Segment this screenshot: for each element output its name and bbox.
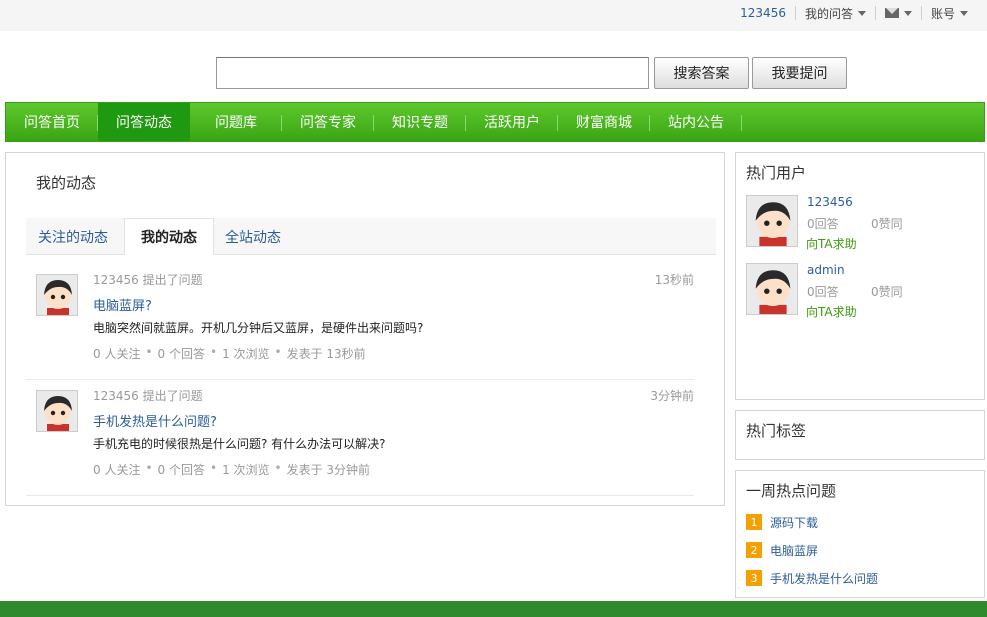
question-description: 电脑突然间就蓝屏。开机几分钟后又蓝屏，是硬件出来问题吗? bbox=[93, 321, 424, 335]
hot-user-answers: 0回答 bbox=[807, 285, 839, 299]
top-bar: 123456 我的问答 账号 bbox=[0, 0, 987, 31]
hot-tags-title: 热门标签 bbox=[746, 422, 807, 440]
hot-user-stats: 0回答 0赞同 bbox=[807, 215, 903, 232]
activity-panel: 我的动态 关注的动态 我的动态 全站动态 123456 提出了问题 13秒前 电… bbox=[5, 152, 725, 506]
question-description: 手机充电的时候很热是什么问题? 有什么办法可以解决? bbox=[93, 437, 386, 451]
avatar[interactable] bbox=[36, 390, 78, 432]
hot-user-likes: 0赞同 bbox=[871, 217, 903, 231]
hot-users-title: 热门用户 bbox=[746, 164, 807, 182]
ask-question-button[interactable]: 我要提问 bbox=[752, 57, 847, 89]
posted-time: 发表于 3分钟前 bbox=[286, 463, 371, 477]
avatar[interactable] bbox=[36, 274, 78, 316]
hot-question-item[interactable]: 3 手机发热是什么问题 bbox=[746, 569, 878, 587]
weekly-hot-panel: 一周热点问题 1 源码下载 2 电脑蓝屏 3 手机发热是什么问题 bbox=[735, 470, 985, 598]
hot-question-link[interactable]: 手机发热是什么问题 bbox=[770, 570, 878, 587]
chevron-down-icon bbox=[960, 10, 968, 16]
chevron-down-icon bbox=[857, 10, 866, 16]
nav-item-announcements[interactable]: 站内公告 bbox=[650, 103, 742, 141]
my-qa-label: 我的问答 bbox=[804, 6, 853, 21]
feed-time: 13秒前 bbox=[654, 273, 694, 287]
feed-item: 123456 提出了问题 3分钟前 手机发热是什么问题? 手机充电的时候很热是什… bbox=[26, 380, 694, 496]
hot-user-answers: 0回答 bbox=[807, 217, 839, 231]
nav-item-home[interactable]: 问答首页 bbox=[6, 103, 98, 141]
account-label: 账号 bbox=[930, 6, 955, 21]
weekly-hot-title: 一周热点问题 bbox=[746, 482, 837, 500]
main-nav: 问答首页 问答动态 问题库 问答专家 知识专题 活跃用户 财富商城 站内公告 bbox=[5, 102, 985, 142]
rank-badge: 1 bbox=[746, 514, 762, 530]
follow-count[interactable]: 0 人关注 bbox=[93, 461, 140, 478]
hot-tags-panel: 热门标签 bbox=[735, 410, 985, 460]
question-title-link[interactable]: 手机发热是什么问题? bbox=[93, 411, 217, 430]
posted-time: 发表于 13秒前 bbox=[286, 347, 366, 361]
avatar[interactable] bbox=[746, 263, 798, 315]
username-link[interactable]: 123456 bbox=[731, 6, 795, 20]
answer-count: 0 个回答 bbox=[157, 347, 205, 361]
feed-meta: 123456 提出了问题 bbox=[93, 389, 203, 403]
search-button[interactable]: 搜索答案 bbox=[654, 57, 749, 89]
view-count: 1 次浏览 bbox=[222, 463, 270, 477]
hot-question-link[interactable]: 电脑蓝屏 bbox=[770, 542, 818, 559]
nav-item-experts[interactable]: 问答专家 bbox=[282, 103, 374, 141]
hot-user-likes: 0赞同 bbox=[871, 285, 903, 299]
tab-following-activity[interactable]: 关注的动态 bbox=[38, 218, 108, 255]
rank-badge: 2 bbox=[746, 542, 762, 558]
hot-users-panel: 热门用户 123456 0回答 0赞同 向TA求助 admin 0回答 0赞同 … bbox=[735, 152, 985, 400]
hot-user-item: admin 0回答 0赞同 向TA求助 bbox=[746, 263, 976, 320]
view-count: 1 次浏览 bbox=[222, 347, 270, 361]
ask-for-help-link[interactable]: 向TA求助 bbox=[806, 303, 857, 320]
feed-time: 3分钟前 bbox=[650, 389, 694, 403]
tab-my-activity[interactable]: 我的动态 bbox=[124, 218, 214, 255]
feed-stats: 0 人关注 • 0 个回答 • 1 次浏览 • 发表于 13秒前 bbox=[93, 345, 366, 362]
search-input[interactable] bbox=[216, 57, 649, 89]
nav-item-activity[interactable]: 问答动态 bbox=[98, 103, 190, 141]
mail-icon bbox=[884, 8, 899, 18]
activity-tabs: 关注的动态 我的动态 全站动态 bbox=[26, 218, 716, 255]
hot-user-stats: 0回答 0赞同 bbox=[807, 283, 903, 300]
messages-menu[interactable] bbox=[874, 6, 921, 20]
nav-item-active-users[interactable]: 活跃用户 bbox=[466, 103, 558, 141]
hot-user-item: 123456 0回答 0赞同 向TA求助 bbox=[746, 195, 976, 252]
feed-meta: 123456 提出了问题 bbox=[93, 273, 203, 287]
nav-item-topics[interactable]: 知识专题 bbox=[374, 103, 466, 141]
rank-badge: 3 bbox=[746, 570, 762, 586]
feed-item: 123456 提出了问题 13秒前 电脑蓝屏? 电脑突然间就蓝屏。开机几分钟后又… bbox=[26, 264, 694, 380]
follow-count[interactable]: 0 人关注 bbox=[93, 345, 140, 362]
hot-question-item[interactable]: 2 电脑蓝屏 bbox=[746, 541, 818, 559]
answer-count: 0 个回答 bbox=[157, 463, 205, 477]
hot-question-link[interactable]: 源码下载 bbox=[770, 514, 818, 531]
page-title: 我的动态 bbox=[36, 174, 97, 192]
account-menu[interactable]: 账号 bbox=[920, 6, 977, 21]
footer-bar bbox=[0, 601, 987, 617]
avatar[interactable] bbox=[746, 195, 798, 247]
chevron-down-icon bbox=[903, 10, 912, 16]
my-qa-menu[interactable]: 我的问答 bbox=[794, 6, 875, 21]
hot-user-name[interactable]: 123456 bbox=[807, 195, 853, 209]
hot-question-item[interactable]: 1 源码下载 bbox=[746, 513, 818, 531]
nav-item-store[interactable]: 财富商城 bbox=[558, 103, 650, 141]
ask-for-help-link[interactable]: 向TA求助 bbox=[806, 235, 857, 252]
tab-site-activity[interactable]: 全站动态 bbox=[225, 218, 281, 255]
question-title-link[interactable]: 电脑蓝屏? bbox=[93, 295, 152, 314]
hot-user-name[interactable]: admin bbox=[807, 263, 845, 277]
nav-item-question-library[interactable]: 问题库 bbox=[190, 103, 282, 141]
feed-stats: 0 人关注 • 0 个回答 • 1 次浏览 • 发表于 3分钟前 bbox=[93, 461, 371, 478]
